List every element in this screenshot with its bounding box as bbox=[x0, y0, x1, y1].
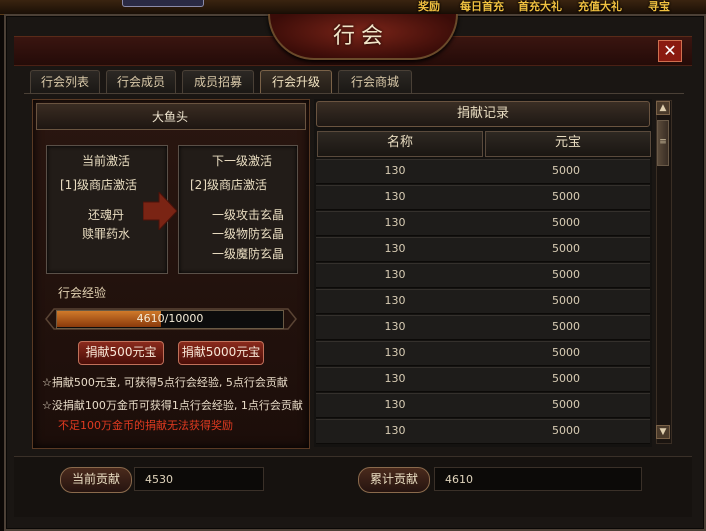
current-contribution-value: 4530 bbox=[134, 467, 264, 491]
current-contribution-label: 当前贡献 bbox=[60, 467, 132, 493]
next-unlock-item: 一级魔防玄晶 bbox=[212, 247, 285, 261]
table-row[interactable]: 130 5000 bbox=[316, 237, 650, 262]
current-unlock-item: 赎罪药水 bbox=[81, 227, 130, 241]
row-ingot: 5000 bbox=[552, 268, 580, 281]
row-ingot: 5000 bbox=[552, 164, 580, 177]
exp-value: 4610/10000 bbox=[136, 312, 204, 325]
row-name: 130 bbox=[384, 216, 406, 229]
table-row[interactable]: 130 5000 bbox=[316, 289, 650, 314]
table-row[interactable]: 130 5000 bbox=[316, 315, 650, 340]
tab-guild-members[interactable]: 行会成员 bbox=[106, 70, 176, 94]
tab-guild-shop[interactable]: 行会商城 bbox=[338, 70, 412, 94]
row-ingot: 5000 bbox=[552, 294, 580, 307]
row-ingot: 5000 bbox=[552, 346, 580, 359]
window-title: 行会 bbox=[332, 24, 389, 49]
row-ingot: 5000 bbox=[552, 216, 580, 229]
row-ingot: 5000 bbox=[552, 320, 580, 333]
row-name: 130 bbox=[384, 190, 406, 203]
row-name: 130 bbox=[384, 320, 406, 333]
current-unlock-item: 还魂丹 bbox=[87, 208, 124, 222]
close-button[interactable]: ✕ bbox=[658, 40, 682, 62]
total-contribution-label: 累计贡献 bbox=[358, 467, 430, 493]
tab-guild-upgrade[interactable]: 行会升级 bbox=[260, 70, 332, 94]
row-ingot: 5000 bbox=[552, 398, 580, 411]
column-header-name[interactable]: 名称 bbox=[317, 131, 483, 157]
current-shop-level: [1]级商店激活 bbox=[60, 178, 137, 192]
scroll-thumb[interactable]: ≡ bbox=[657, 120, 669, 166]
banner-item-reward[interactable]: 奖励 bbox=[418, 0, 440, 13]
next-unlock-item: 一级物防玄晶 bbox=[212, 227, 285, 241]
row-name: 130 bbox=[384, 346, 406, 359]
donate-note: ☆没捐献100万金币可获得1点行会经验, 1点行会贡献 bbox=[42, 399, 303, 412]
table-row[interactable]: 130 5000 bbox=[316, 263, 650, 288]
column-header-ingot[interactable]: 元宝 bbox=[485, 131, 651, 157]
banner-item-treasure[interactable]: 寻宝 bbox=[648, 0, 670, 13]
tab-guild-list[interactable]: 行会列表 bbox=[30, 70, 100, 94]
table-row[interactable]: 130 5000 bbox=[316, 367, 650, 392]
row-ingot: 5000 bbox=[552, 242, 580, 255]
row-name: 130 bbox=[384, 268, 406, 281]
current-level-title: 当前激活 bbox=[81, 154, 130, 168]
banner-tab[interactable] bbox=[122, 0, 204, 7]
donate-note: ☆捐献500元宝, 可获得5点行会经验, 5点行会贡献 bbox=[42, 376, 288, 389]
row-ingot: 5000 bbox=[552, 190, 580, 203]
table-row[interactable]: 130 5000 bbox=[316, 393, 650, 418]
table-row[interactable]: 130 5000 bbox=[316, 419, 650, 444]
records-title: 捐献记录 bbox=[316, 101, 650, 127]
guild-name: 大鱼头 bbox=[151, 110, 188, 124]
close-icon: ✕ bbox=[663, 41, 677, 60]
donate-warning: 不足100万金币的捐献无法获得奖励 bbox=[58, 419, 233, 432]
row-name: 130 bbox=[384, 372, 406, 385]
scroll-up-icon[interactable]: ▲ bbox=[656, 101, 670, 115]
banner-item-recharge-gift[interactable]: 充值大礼 bbox=[578, 0, 622, 13]
guild-exp-label: 行会经验 bbox=[58, 286, 107, 300]
top-banner: 奖励 每日首充 首充大礼 充值大礼 寻宝 bbox=[0, 0, 706, 15]
row-ingot: 5000 bbox=[552, 372, 580, 385]
row-name: 130 bbox=[384, 398, 406, 411]
banner-item-first-recharge[interactable]: 首充大礼 bbox=[518, 0, 562, 13]
table-row[interactable]: 130 5000 bbox=[316, 341, 650, 366]
donate-5000-button[interactable]: 捐献5000元宝 bbox=[178, 341, 264, 365]
row-ingot: 5000 bbox=[552, 424, 580, 437]
tab-divider bbox=[24, 93, 684, 94]
table-row[interactable]: 130 5000 bbox=[316, 185, 650, 210]
next-level-title: 下一级激活 bbox=[211, 154, 272, 168]
scroll-down-icon[interactable]: ▼ bbox=[656, 425, 670, 439]
table-row[interactable]: 130 5000 bbox=[316, 159, 650, 184]
row-name: 130 bbox=[384, 294, 406, 307]
tab-member-recruit[interactable]: 成员招募 bbox=[182, 70, 254, 94]
banner-item-daily-recharge[interactable]: 每日首充 bbox=[460, 0, 504, 13]
row-name: 130 bbox=[384, 424, 406, 437]
row-name: 130 bbox=[384, 164, 406, 177]
row-name: 130 bbox=[384, 242, 406, 255]
next-unlock-item: 一级攻击玄晶 bbox=[212, 208, 285, 222]
next-shop-level: [2]级商店激活 bbox=[190, 178, 267, 192]
donate-500-button[interactable]: 捐献500元宝 bbox=[78, 341, 164, 365]
total-contribution-value: 4610 bbox=[434, 467, 642, 491]
table-row[interactable]: 130 5000 bbox=[316, 211, 650, 236]
